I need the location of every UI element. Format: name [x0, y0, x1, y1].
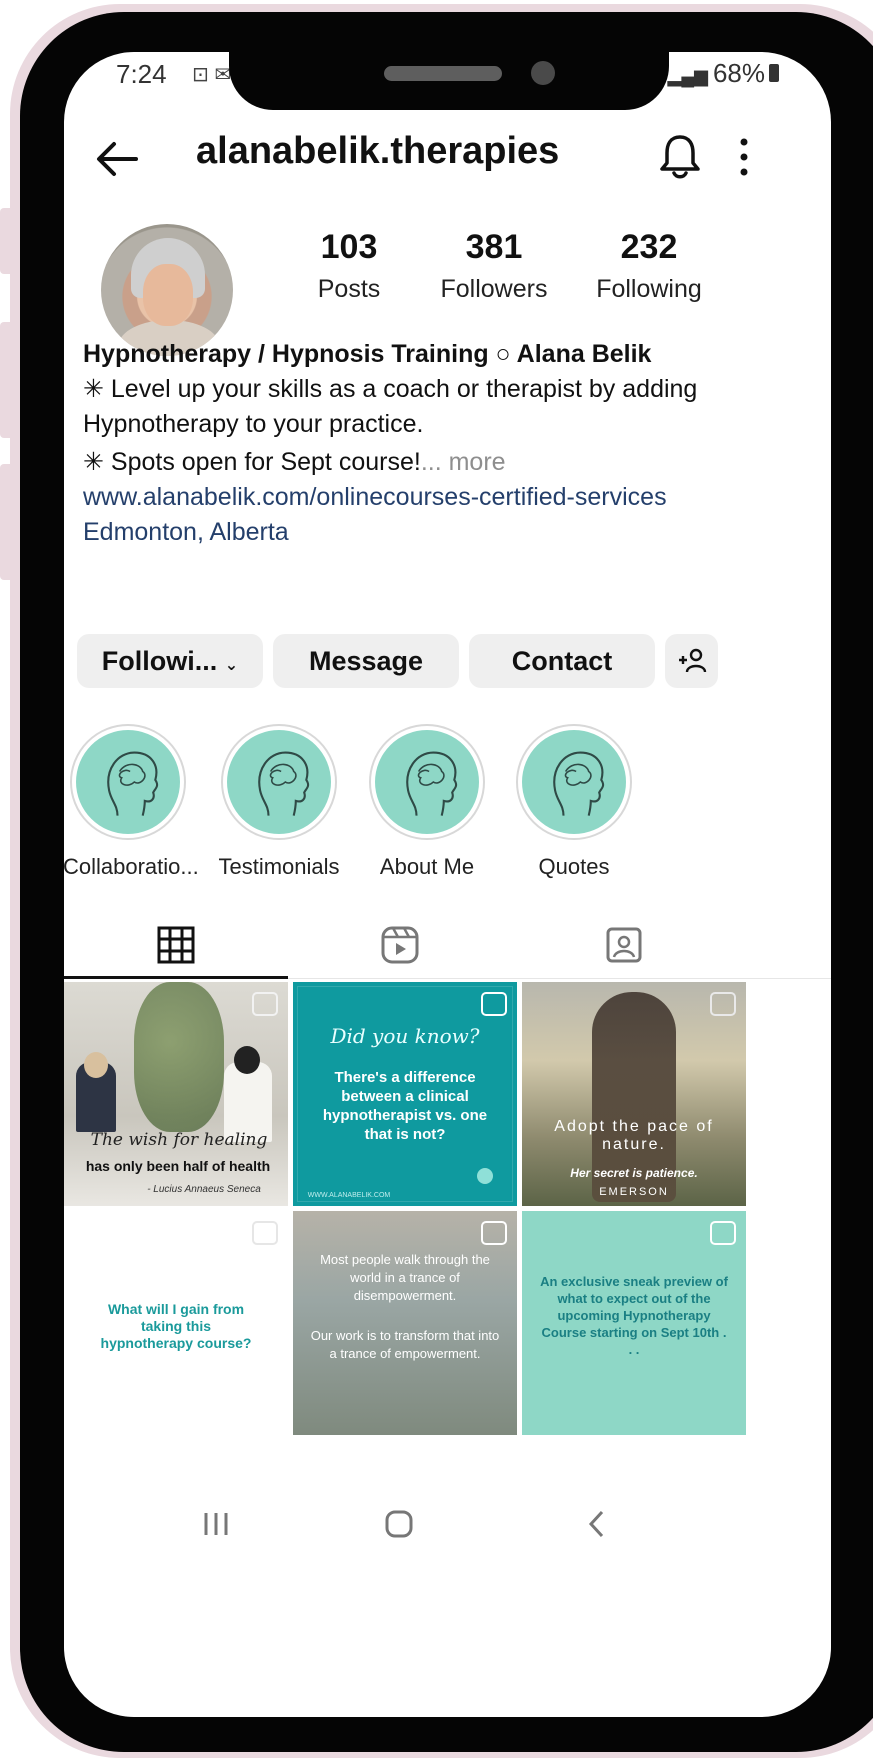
bio-text: ✳ Spots open for Sept course!: [83, 448, 421, 476]
tab-tagged[interactable]: [512, 912, 736, 978]
carousel-icon: [710, 1221, 736, 1245]
post-tile[interactable]: An exclusive sneak preview of what to ex…: [522, 1211, 746, 1435]
recent-apps-icon[interactable]: [201, 1509, 231, 1539]
post-tile[interactable]: The wish for healing has only been half …: [64, 982, 288, 1206]
reel-icon: [481, 1221, 507, 1245]
highlight-label: Testimonials: [218, 854, 340, 879]
following-button[interactable]: Followi... ⌄: [77, 634, 263, 688]
head-brain-icon: [227, 730, 331, 834]
bell-icon[interactable]: [658, 132, 702, 180]
post-website: WWW.ALANABELIK.COM: [307, 1192, 391, 1199]
head-brain-icon: [522, 730, 626, 834]
post-subtext: Her secret is patience.: [570, 1166, 698, 1180]
screen: 7:24 ⊡ ✉ ▂▄▆ 68% alanabelik.therapies 10…: [64, 52, 831, 1717]
more-options-icon[interactable]: [734, 134, 754, 180]
post-author: EMERSON: [599, 1186, 669, 1198]
phone-frame: 7:24 ⊡ ✉ ▂▄▆ 68% alanabelik.therapies 10…: [0, 0, 873, 1762]
post-text: has only been half of health: [85, 1158, 271, 1174]
carousel-icon: [252, 1221, 278, 1245]
reels-icon: [381, 926, 419, 964]
stat-value: 103: [320, 228, 378, 266]
highlight-testimonials[interactable]: Testimonials: [214, 724, 344, 880]
message-button[interactable]: Message: [273, 634, 459, 688]
bio-website-link[interactable]: www.alanabelik.com/onlinecourses-certifi…: [83, 480, 823, 515]
signal-icon: ▂▄▆: [667, 66, 713, 86]
post-tile[interactable]: Most people walk through the world in a …: [293, 1211, 517, 1435]
stat-label: Followers: [440, 275, 548, 303]
bio-name: Hypnotherapy / Hypnosis Training ○ Alana…: [83, 340, 652, 368]
stat-label: Following: [596, 275, 702, 303]
stat-label: Posts: [317, 275, 381, 303]
stat-followers[interactable]: 381 Followers: [419, 228, 569, 304]
bio-line: ✳ Level up your skills as a coach or the…: [83, 375, 698, 438]
speaker: [384, 66, 502, 81]
highlight-label: About Me: [379, 854, 475, 879]
post-author: - Lucius Annaeus Seneca: [147, 1184, 261, 1195]
back-nav-icon[interactable]: [582, 1509, 612, 1539]
post-text: There's a difference between a clinical …: [322, 1069, 488, 1143]
post-text: What will I gain from taking this hypnot…: [100, 1301, 252, 1351]
reel-icon: [710, 992, 736, 1016]
home-icon[interactable]: [384, 1509, 414, 1539]
post-text-2: Our work is to transform that into a tra…: [310, 1328, 500, 1361]
grid-icon: [157, 926, 195, 964]
tab-posts-grid[interactable]: [64, 912, 288, 978]
bio-more-link[interactable]: ... more: [421, 448, 506, 476]
stat-posts[interactable]: 103 Posts: [284, 228, 414, 304]
tagged-person-icon: [606, 927, 642, 963]
add-user-button[interactable]: [665, 634, 718, 688]
battery-percent: 68%: [712, 58, 765, 88]
arrow-circle-icon: [477, 1168, 493, 1184]
status-time: 7:24: [116, 59, 167, 89]
post-tile[interactable]: Adopt the pace of nature. Her secret is …: [522, 982, 746, 1206]
bio-location[interactable]: Edmonton, Alberta: [83, 515, 823, 550]
profile-header: alanabelik.therapies: [64, 122, 831, 202]
battery-icon: [769, 64, 779, 82]
highlight-about-me[interactable]: About Me: [362, 724, 492, 880]
head-brain-icon: [375, 730, 479, 834]
stat-value: 232: [620, 228, 678, 266]
chevron-down-icon: ⌄: [224, 657, 239, 674]
profile-tabs: [64, 912, 831, 980]
battery-status: ▂▄▆ 68%: [667, 58, 779, 89]
post-script-text: Did you know?: [330, 1024, 480, 1048]
add-person-icon: [678, 648, 706, 673]
tab-reels[interactable]: [288, 912, 512, 978]
front-camera: [531, 61, 555, 85]
carousel-icon: [481, 992, 507, 1016]
post-tile[interactable]: Did you know? There's a difference betwe…: [293, 982, 517, 1206]
profile-username: alanabelik.therapies: [196, 130, 560, 172]
status-icons: ⊡ ✉: [192, 64, 232, 86]
profile-bio: Hypnotherapy / Hypnosis Training ○ Alana…: [83, 337, 823, 550]
post-text: An exclusive sneak preview of what to ex…: [540, 1274, 728, 1357]
contact-button[interactable]: Contact: [469, 634, 655, 688]
head-brain-icon: [76, 730, 180, 834]
notch: [229, 52, 669, 110]
post-text: Most people walk through the world in a …: [320, 1252, 490, 1303]
highlight-collaborations[interactable]: Collaboratio...: [64, 724, 199, 880]
back-arrow-icon[interactable]: [94, 136, 140, 182]
highlight-quotes[interactable]: Quotes: [509, 724, 639, 880]
post-text: Adopt the pace of nature.: [554, 1118, 714, 1153]
stat-following[interactable]: 232 Following: [574, 228, 724, 304]
stat-value: 381: [465, 228, 523, 266]
tab-active-indicator: [64, 976, 288, 979]
system-nav-bar: [64, 1487, 831, 1577]
highlight-label: Quotes: [538, 854, 610, 879]
reel-icon: [252, 992, 278, 1016]
following-label: Followi...: [101, 646, 218, 676]
post-script-text: The wish for healing: [90, 1130, 268, 1150]
highlight-label: Collaboratio...: [64, 854, 199, 879]
post-tile[interactable]: What will I gain from taking this hypnot…: [64, 1211, 288, 1435]
bio-line-2: ✳ Spots open for Sept course!... more: [83, 445, 823, 480]
